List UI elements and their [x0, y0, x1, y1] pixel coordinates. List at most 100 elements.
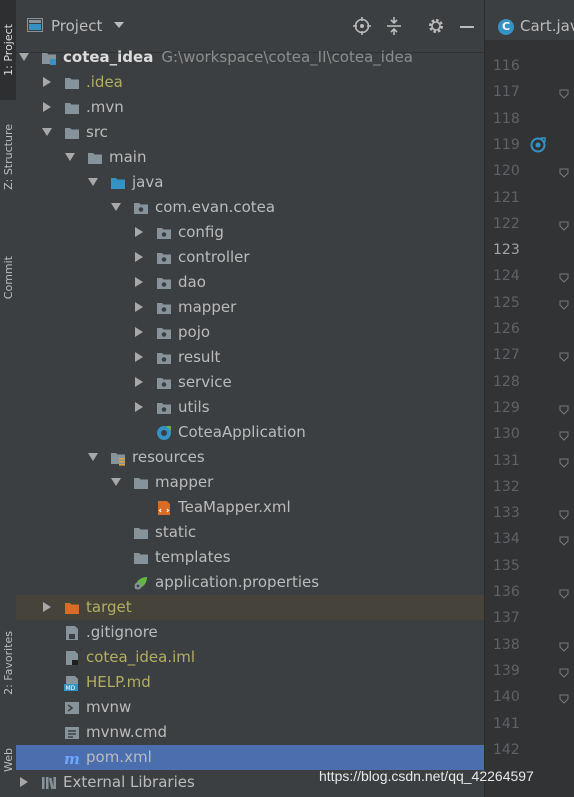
collapsed-arrow-icon[interactable] — [19, 777, 29, 787]
web-tool-tab[interactable]: Web — [0, 730, 16, 790]
tree-item-com-evan-cotea[interactable]: com.evan.cotea — [16, 195, 484, 220]
locate-icon[interactable] — [352, 16, 372, 36]
fold-marker-icon[interactable] — [559, 352, 569, 363]
fold-marker-icon[interactable] — [559, 510, 569, 520]
structure-tool-tab[interactable]: Z: Structure — [0, 112, 16, 202]
package-icon — [156, 225, 172, 241]
line-number: 128 — [493, 373, 520, 390]
tree-item-label: service — [178, 373, 232, 391]
tree-item-cotea-idea-iml[interactable]: cotea_idea.iml — [16, 645, 484, 670]
collapsed-arrow-icon[interactable] — [134, 252, 144, 262]
line-number: 121 — [493, 189, 520, 206]
favorites-tool-tab[interactable]: 2: Favorites — [0, 615, 16, 710]
expanded-arrow-icon[interactable] — [42, 127, 52, 137]
tree-item-idea[interactable]: .idea — [16, 70, 484, 95]
tree-item-utils[interactable]: utils — [16, 395, 484, 420]
tree-item-resources[interactable]: resources — [16, 445, 484, 470]
tree-item-java[interactable]: java — [16, 170, 484, 195]
collapsed-arrow-icon[interactable] — [134, 402, 144, 412]
tree-item-application-properties[interactable]: application.properties — [16, 570, 484, 595]
tree-item-src[interactable]: src — [16, 120, 484, 145]
package-icon — [156, 375, 172, 391]
project-panel: Project cotea_idea G:\workspace\cotea_II\… — [16, 0, 484, 797]
tree-item-dao[interactable]: dao — [16, 270, 484, 295]
tree-item-teamapper-xml[interactable]: TeaMapper.xml — [16, 495, 484, 520]
module-folder-icon — [41, 50, 57, 66]
expanded-arrow-icon[interactable] — [111, 202, 121, 212]
fold-marker-icon[interactable] — [559, 431, 569, 441]
tree-item-main[interactable]: main — [16, 145, 484, 170]
fold-marker-icon[interactable] — [559, 668, 569, 678]
tree-item-controller[interactable]: controller — [16, 245, 484, 270]
tree-item-coteaapplication[interactable]: CoteaApplication — [16, 420, 484, 445]
tree-item-service[interactable]: service — [16, 370, 484, 395]
project-view-title[interactable]: Project — [51, 17, 102, 35]
fold-marker-icon[interactable] — [559, 458, 569, 468]
fold-marker-icon[interactable] — [559, 300, 569, 310]
collapsed-arrow-icon[interactable] — [42, 77, 52, 87]
tree-item-label: application.properties — [155, 573, 320, 591]
fold-marker-icon[interactable] — [559, 89, 569, 100]
maven-file-icon: m — [64, 750, 80, 768]
expanded-arrow-icon[interactable] — [111, 477, 121, 487]
expanded-arrow-icon[interactable] — [19, 52, 29, 62]
line-number: 124 — [493, 268, 520, 285]
fold-marker-icon[interactable] — [559, 221, 569, 231]
line-number: 116 — [493, 58, 520, 74]
fold-marker-icon[interactable] — [559, 694, 569, 704]
folder-icon — [64, 75, 80, 91]
gear-icon[interactable] — [426, 16, 446, 36]
fold-marker-icon[interactable] — [559, 589, 569, 599]
tree-item-templates[interactable]: templates — [16, 545, 484, 570]
collapsed-arrow-icon[interactable] — [42, 602, 52, 612]
collapsed-arrow-icon[interactable] — [134, 277, 144, 287]
line-number: 131 — [493, 452, 520, 469]
collapsed-arrow-icon[interactable] — [134, 377, 144, 387]
commit-tool-tab[interactable]: Commit — [0, 240, 16, 315]
collapsed-arrow-icon[interactable] — [42, 102, 52, 112]
expanded-arrow-icon[interactable] — [65, 152, 75, 162]
tree-item-mvn[interactable]: .mvn — [16, 95, 484, 120]
source-folder-icon — [110, 175, 126, 191]
tree-item-mvnw-cmd[interactable]: mvnw.cmd — [16, 720, 484, 745]
fold-marker-icon[interactable] — [559, 273, 569, 284]
fold-marker-icon[interactable] — [559, 405, 569, 415]
tree-item-label: cotea_idea.iml — [86, 648, 196, 666]
fold-marker-icon[interactable] — [559, 536, 569, 547]
minimize-icon[interactable] — [457, 16, 477, 36]
collapse-all-icon[interactable] — [384, 16, 404, 36]
line-number: 134 — [493, 531, 520, 548]
tree-item-mapper[interactable]: mapper — [16, 295, 484, 320]
tree-item-config[interactable]: config — [16, 220, 484, 245]
tree-item-target[interactable]: target — [16, 595, 484, 620]
tree-item-help-md[interactable]: MD HELP.md — [16, 670, 484, 695]
expanded-arrow-icon[interactable] — [88, 177, 98, 187]
resources-folder-icon — [110, 450, 126, 466]
collapsed-arrow-icon[interactable] — [134, 327, 144, 337]
chevron-down-icon[interactable] — [114, 22, 124, 28]
tool-window-strip: 1: Project Z: Structure Commit 2: Favori… — [0, 0, 17, 797]
spring-bean-gutter-icon[interactable] — [530, 137, 546, 153]
collapsed-arrow-icon[interactable] — [134, 352, 144, 362]
line-number: 136 — [493, 584, 520, 600]
tree-item-static[interactable]: static — [16, 520, 484, 545]
tree-item-label: pom.xml — [86, 748, 152, 766]
libraries-icon — [41, 775, 57, 791]
collapsed-arrow-icon[interactable] — [134, 302, 144, 312]
collapsed-arrow-icon[interactable] — [134, 227, 144, 237]
line-number: 137 — [493, 610, 520, 627]
tree-item-pom-xml[interactable]: m pom.xml — [16, 745, 484, 770]
fold-marker-icon[interactable] — [559, 642, 569, 652]
tree-item-mvnw[interactable]: mvnw — [16, 695, 484, 720]
tree-item-cotea-idea[interactable]: cotea_idea G:\workspace\cotea_II\cotea_id… — [16, 45, 484, 70]
iml-file-icon — [64, 650, 80, 666]
svg-text:MD: MD — [66, 685, 76, 691]
tree-item-pojo[interactable]: pojo — [16, 320, 484, 345]
project-tool-tab[interactable]: 1: Project — [0, 0, 16, 100]
tree-item-result[interactable]: result — [16, 345, 484, 370]
tree-item-mapper[interactable]: mapper — [16, 470, 484, 495]
fold-marker-icon[interactable] — [559, 168, 569, 178]
tree-item-gitignore[interactable]: .gitignore — [16, 620, 484, 645]
expanded-arrow-icon[interactable] — [88, 452, 98, 462]
package-icon — [156, 350, 172, 366]
